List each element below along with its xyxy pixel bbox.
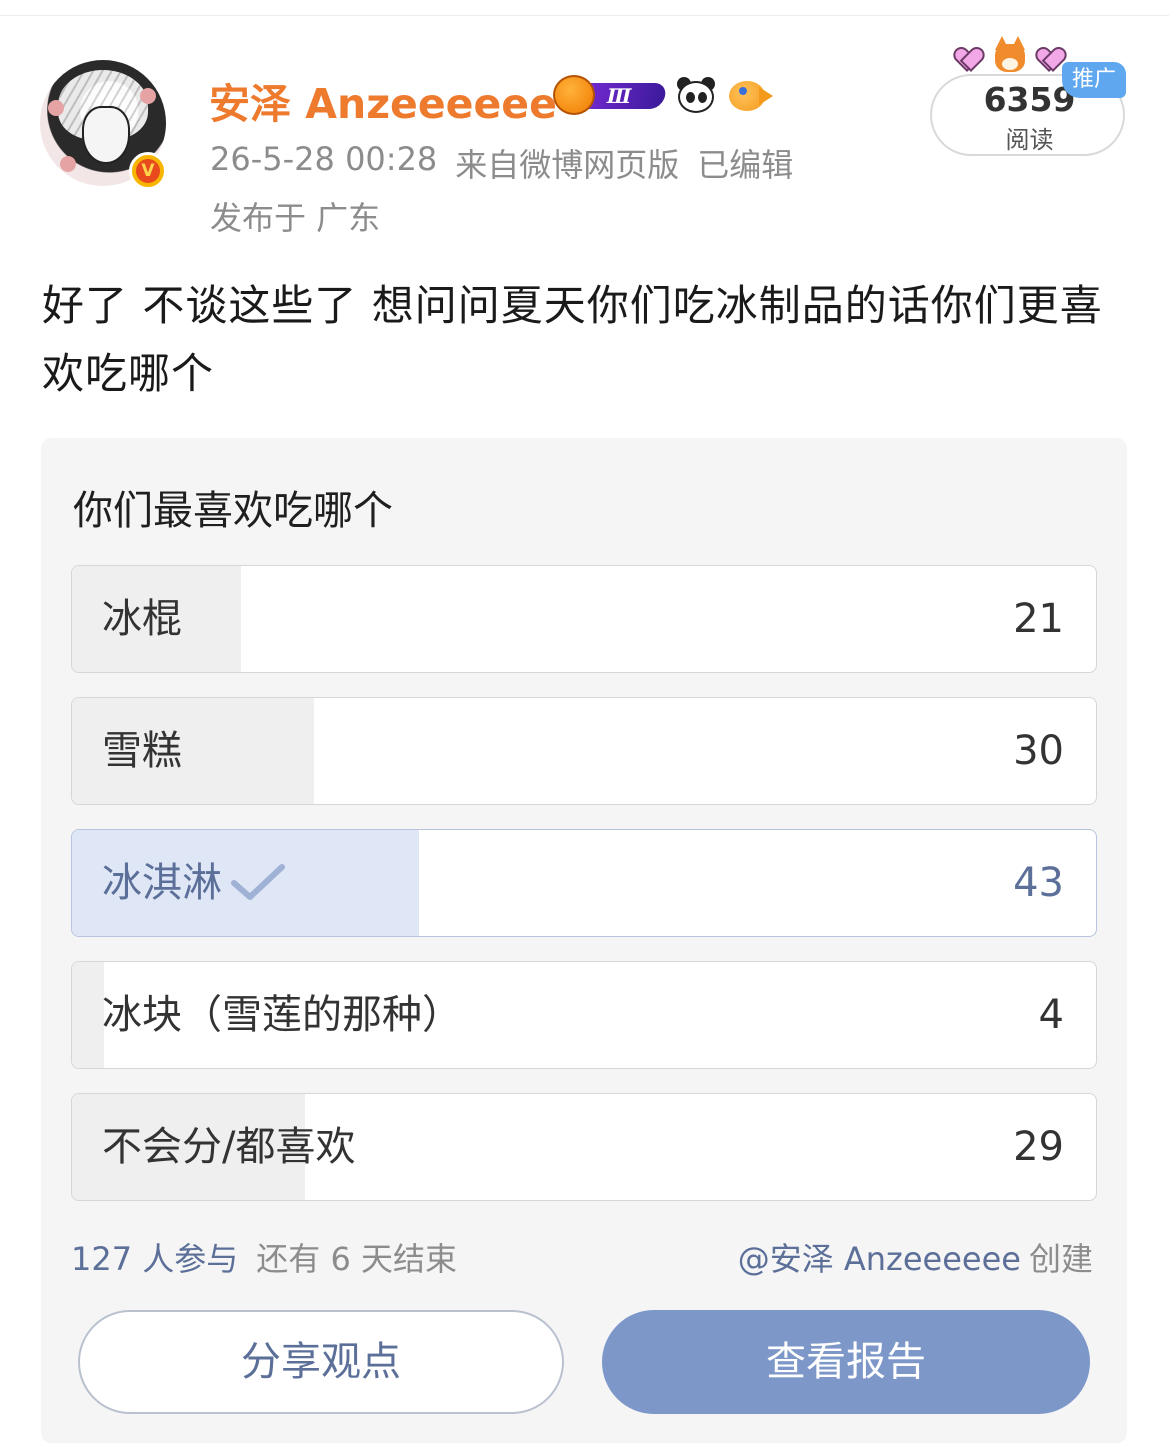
poll-option-fill [72, 962, 104, 1068]
poll-option-label: 冰棍 [102, 596, 182, 642]
view-report-button[interactable]: 查看报告 [602, 1310, 1090, 1414]
poll-title: 你们最喜欢吃哪个 [73, 488, 393, 534]
avatar-flower [140, 88, 156, 104]
poll-option[interactable]: 冰块（雪莲的那种） 4 [71, 961, 1097, 1069]
poll-creator: @安泽 Anzeeeeee 创建 [738, 1234, 1093, 1280]
pumpkin-icon [553, 75, 595, 115]
poll-option-label: 冰淇淋 [102, 860, 222, 906]
poll-option-label: 不会分/都喜欢 [102, 1124, 356, 1170]
poll-option-count: 21 [1013, 596, 1064, 642]
avatar-flower [60, 156, 76, 172]
username[interactable]: 安泽 Anzeeeeee [209, 70, 557, 130]
heart-icon [1037, 48, 1065, 72]
heart-icon [955, 48, 983, 72]
poll-option[interactable]: 冰棍 21 [71, 565, 1097, 673]
panda-icon[interactable] [675, 75, 717, 115]
poll-option-count: 29 [1013, 1124, 1064, 1170]
pumpkin-level-badge-icon[interactable]: Ⅲ [553, 75, 668, 115]
poll-option[interactable]: 冰淇淋 43 [71, 829, 1097, 937]
pixel-decoration [953, 34, 1068, 76]
promo-tag[interactable]: 推广 [1062, 62, 1126, 98]
post-timestamp: 26-5-28 00:28 [210, 140, 438, 178]
poll-participants[interactable]: 127 人参与 [71, 1240, 238, 1278]
share-opinion-button[interactable]: 分享观点 [78, 1310, 564, 1414]
poll-option-count: 30 [1013, 728, 1064, 774]
creator-mention-link[interactable]: @安泽 Anzeeeeee [738, 1240, 1021, 1278]
poll-days-left: 还有 6 天结束 [256, 1240, 457, 1278]
fish-icon[interactable] [727, 75, 773, 115]
edited-label[interactable]: 已编辑 [697, 140, 793, 186]
verified-mark: V [136, 159, 160, 183]
post-text: 好了 不谈这些了 想问问夏天你们吃冰制品的话你们更喜欢吃哪个 [42, 281, 1103, 398]
poll-option-label: 雪糕 [102, 728, 182, 774]
verified-badge-icon: V [129, 152, 167, 190]
read-label: 阅读 [1005, 126, 1054, 154]
poll-card: 你们最喜欢吃哪个 冰棍 21 雪糕 30 冰淇淋 43 冰块（雪莲的那种） 4 … [41, 438, 1127, 1443]
poll-footer-left: 127 人参与 还有 6 天结束 [71, 1234, 457, 1280]
user-badges: Ⅲ [553, 74, 773, 116]
poll-option-label: 冰块（雪莲的那种） [102, 992, 462, 1038]
post-source: 来自微博网页版 [455, 146, 680, 184]
creator-suffix: 创建 [1028, 1240, 1093, 1278]
post-meta: 26-5-28 00:28 来自微博网页版 已编辑 [210, 140, 793, 186]
poll-option[interactable]: 雪糕 30 [71, 697, 1097, 805]
poll-option-count: 43 [1013, 860, 1064, 906]
fox-icon [991, 34, 1029, 74]
poll-option[interactable]: 不会分/都喜欢 29 [71, 1093, 1097, 1201]
top-divider [0, 15, 1169, 16]
post-location: 发布于 广东 [210, 199, 381, 237]
avatar-flower [48, 100, 64, 116]
poll-option-count: 4 [1038, 992, 1064, 1038]
check-icon [231, 864, 285, 900]
avatar-face [82, 106, 130, 164]
